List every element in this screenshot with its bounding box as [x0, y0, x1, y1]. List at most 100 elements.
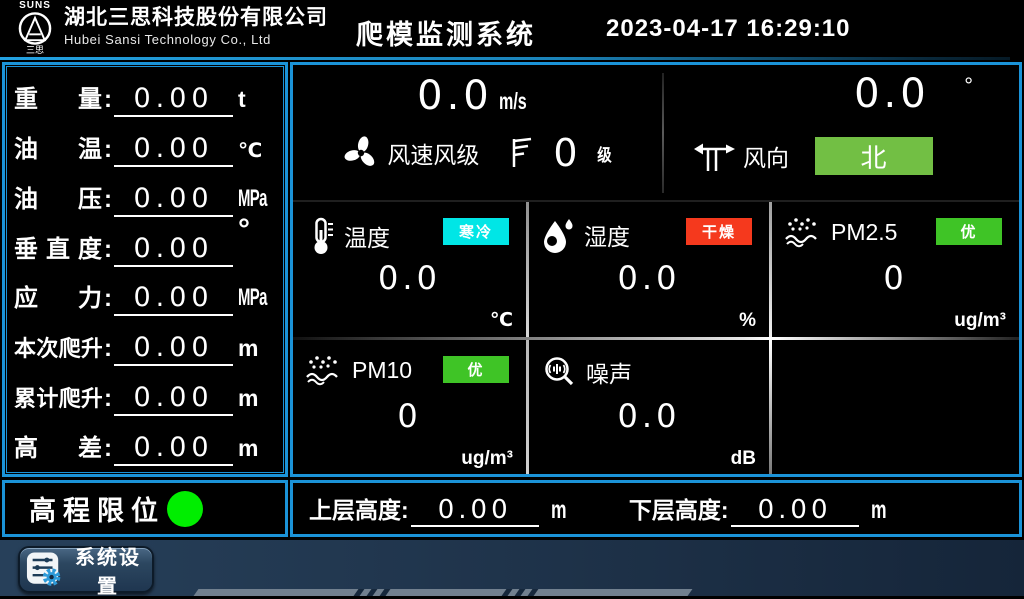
measure-value: 0.00: [114, 282, 233, 316]
measure-value: 0.00: [114, 133, 233, 167]
measure-label: 高 差: [14, 428, 102, 466]
upper-height-group: 上层高度: 0.00 m: [309, 491, 573, 527]
measure-label: 油 温: [14, 129, 102, 167]
measure-value: 0.00: [114, 382, 233, 416]
cell-label: 湿度: [584, 218, 630, 252]
measure-unit: MPa: [238, 284, 262, 316]
cell-label: 温度: [344, 219, 390, 253]
logo-cn-text: 三思: [12, 46, 58, 55]
measure-unit: m: [238, 435, 276, 466]
settings-sliders-icon: [26, 551, 62, 588]
measure-colon: :: [102, 186, 114, 217]
wind-vane-icon: [691, 138, 737, 174]
measure-row-height-diff: 高 差: 0.00 m: [14, 422, 276, 466]
measure-label: 累计爬升: [14, 381, 102, 416]
dust-icon: [784, 216, 822, 248]
lower-height-label: 下层高度:: [629, 491, 729, 527]
wind-speed-section: 0.0 m/s 风速风级: [293, 65, 663, 201]
system-settings-button[interactable]: 系统设置: [18, 546, 154, 593]
measure-label: 应 力: [14, 278, 102, 316]
cell-value: 0.0: [529, 259, 769, 297]
dust-icon: [305, 354, 343, 386]
upper-height-unit: m: [551, 496, 567, 527]
measure-unit: °: [238, 213, 276, 251]
elevation-limit-indicator: [167, 491, 203, 527]
measure-colon: :: [102, 86, 114, 117]
measure-colon: :: [102, 335, 114, 366]
footer: 系统设置: [0, 540, 1024, 599]
noise-cell: 噪声 0.0 dB: [529, 339, 769, 475]
cell-unit: %: [739, 310, 756, 332]
upper-height-value: 0.00: [411, 495, 539, 527]
stripe-slashes: [354, 589, 391, 596]
cell-label: PM2.5: [831, 219, 897, 246]
measure-label: 油 压: [14, 179, 102, 217]
wind-direction-section: 0.0 ° 风向 北: [665, 65, 1019, 201]
cell-label: 噪声: [586, 355, 632, 389]
measure-unit: m: [238, 385, 276, 416]
temperature-cell: 温度 寒冷 0.0 ℃: [293, 201, 526, 337]
measure-value: 0.00: [114, 233, 233, 267]
humidity-cell: 湿度 干燥 0.0 %: [529, 201, 769, 337]
measure-unit: t: [238, 86, 276, 117]
measure-colon: :: [102, 236, 114, 267]
environment-panel: 0.0 m/s 风速风级: [290, 62, 1022, 477]
elevation-limit-panel: 高程限位: [2, 480, 288, 537]
wind-speed-value: 0.0: [417, 73, 493, 119]
measure-row-weight: 重 量: 0.00 t: [14, 73, 276, 117]
thermometer-icon: [305, 216, 335, 256]
measure-unit: m: [238, 335, 276, 366]
measure-row-oil-pressure: 油 压: 0.00 MPa: [14, 173, 276, 217]
cell-head: 湿度 干燥: [529, 201, 769, 254]
wind-speed-unit: m/s: [499, 88, 527, 115]
stripe-slashes: [502, 589, 539, 596]
company-name: 湖北三思科技股份有限公司 Hubei Sansi Technology Co.,…: [64, 6, 328, 47]
cell-head: PM10 优: [293, 339, 526, 386]
measure-unit: ℃: [238, 138, 276, 167]
measure-row-oil-temp: 油 温: 0.00 ℃: [14, 123, 276, 167]
measure-value: 0.00: [114, 332, 233, 366]
lower-height-value: 0.00: [731, 495, 859, 527]
company-name-en: Hubei Sansi Technology Co., Ltd: [64, 32, 328, 47]
company-logo: SUNS 三思: [12, 1, 58, 55]
cell-unit: ℃: [490, 309, 513, 332]
footer-stripe: [194, 589, 693, 596]
measure-label: 本次爬升: [14, 331, 102, 366]
fan-icon: [343, 135, 379, 171]
measurement-rows: 重 量: 0.00 t 油 温: 0.00 ℃ 油 压: 0.00 MPa 垂直…: [14, 70, 276, 469]
environment-grid: 温度 寒冷 0.0 ℃ 湿度 干燥: [293, 201, 1019, 474]
pm10-cell: PM10 优 0 ug/m³: [293, 339, 526, 475]
cell-unit: ug/m³: [461, 448, 513, 470]
measure-row-verticality: 垂直度: 0.00 °: [14, 223, 276, 267]
status-badge: 寒冷: [443, 218, 509, 245]
measure-row-total-climb: 累计爬升: 0.00 m: [14, 372, 276, 416]
wind-direction-value: 0.0: [854, 71, 930, 117]
cell-value: 0.0: [529, 397, 769, 435]
measure-value: 0.00: [114, 183, 233, 217]
wind-level-value: 0: [553, 131, 577, 175]
elevation-limit-label: 高程限位: [29, 489, 165, 528]
noise-icon: [541, 354, 577, 390]
measure-value: 0.00: [114, 83, 233, 117]
wind-direction-unit: °: [964, 73, 973, 99]
logo-mark-icon: [12, 11, 58, 46]
heights-bar: 上层高度: 0.00 m 下层高度: 0.00 m: [290, 480, 1022, 537]
divider: [662, 73, 664, 193]
wind-direction-badge: 北: [815, 137, 933, 175]
measure-value: 0.00: [114, 432, 233, 466]
wind-direction-readout: 0.0 °: [665, 71, 1019, 117]
status-badge: 干燥: [686, 218, 752, 245]
cell-unit: ug/m³: [954, 310, 1006, 332]
page-title: 爬模监测系统: [356, 13, 536, 52]
status-badge: 优: [443, 356, 509, 383]
cell-head: PM2.5 优: [772, 201, 1019, 248]
wind-level-label: 风速风级: [387, 136, 479, 170]
measure-label: 重 量: [14, 79, 102, 117]
header-accent-line: [0, 57, 1010, 60]
measure-colon: :: [102, 136, 114, 167]
cell-value: 0.0: [293, 259, 526, 297]
droplet-icon: [541, 216, 575, 254]
wind-speed-readout: 0.0 m/s: [293, 73, 663, 119]
cell-value: 0: [293, 397, 526, 435]
logo-suns-text: SUNS: [12, 1, 58, 11]
